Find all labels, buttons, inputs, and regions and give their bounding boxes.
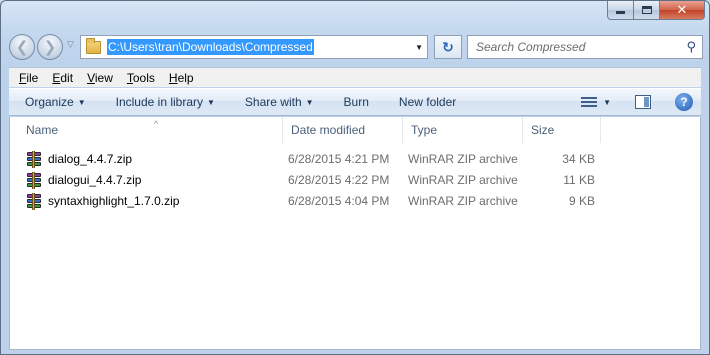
file-name: dialog_4.4.7.zip [48,152,133,166]
folder-icon [86,37,101,54]
burn-button[interactable]: Burn [344,95,369,109]
back-arrow-icon: ❮ [15,39,29,56]
column-header-type[interactable]: Type [403,117,523,143]
winrar-archive-icon [26,171,42,189]
chevron-down-icon: ▼ [305,98,314,107]
file-type: WinRAR ZIP archive [408,173,518,187]
menu-file[interactable]: File [19,71,38,85]
file-row[interactable]: dialog_4.4.7.zip 6/28/2015 4:21 PM WinRA… [10,149,700,170]
file-row[interactable]: dialogui_4.4.7.zip 6/28/2015 4:22 PM Win… [10,170,700,191]
file-type: WinRAR ZIP archive [408,152,518,166]
search-placeholder: Search Compressed [476,40,586,54]
maximize-icon [641,6,652,14]
menu-bar: File Edit View Tools Help [9,67,701,87]
navigation-bar: ❮ ❯ ▽ C:\Users\tran\Downloads\Compressed… [9,33,703,61]
maximize-button[interactable] [634,1,660,20]
menu-help[interactable]: Help [169,71,194,85]
minimize-icon [616,11,625,14]
command-bar: Organize ▼ Include in library ▼ Share with… [9,88,701,116]
file-size: 34 KB [562,152,595,166]
chevron-down-icon: ▼ [77,98,86,107]
file-name: syntaxhighlight_1.7.0.zip [48,194,180,208]
include-in-library-button[interactable]: Include in library ▼ [116,95,215,109]
file-name: dialogui_4.4.7.zip [48,173,142,187]
sort-ascending-icon: ^ [154,119,159,129]
explorer-window: ✕ ❮ ❯ ▽ C:\Users\tran\Downloads\Compress… [0,0,710,355]
help-icon[interactable]: ? [675,93,693,111]
column-header-name[interactable]: Name ^ [18,117,283,143]
command-bar-right: ▼ ? [581,93,693,111]
column-header-size[interactable]: Size [523,117,601,143]
file-size: 9 KB [568,194,595,208]
address-bar[interactable]: C:\Users\tran\Downloads\Compressed ▼ [80,35,428,59]
file-type: WinRAR ZIP archive [408,194,518,208]
recent-pages-icon[interactable]: ▽ [67,39,74,50]
new-folder-button[interactable]: New folder [399,95,456,109]
search-input[interactable]: Search Compressed ⚲ [467,35,703,59]
forward-arrow-icon: ❯ [43,39,57,56]
close-icon: ✕ [676,2,688,17]
organize-button[interactable]: Organize ▼ [25,95,86,109]
minimize-button[interactable] [607,1,634,20]
refresh-button[interactable]: ↻ [434,35,462,59]
address-path[interactable]: C:\Users\tran\Downloads\Compressed [107,39,314,55]
close-button[interactable]: ✕ [660,1,705,20]
caption-buttons: ✕ [607,1,705,20]
share-with-button[interactable]: Share with ▼ [245,95,314,109]
winrar-archive-icon [26,192,42,210]
winrar-archive-icon [26,150,42,168]
preview-pane-icon[interactable] [635,95,651,109]
more-options-chevron-icon[interactable]: ▼ [603,98,611,107]
menu-edit[interactable]: Edit [52,71,73,85]
file-size: 11 KB [563,173,595,187]
menu-view[interactable]: View [87,71,113,85]
file-date: 6/28/2015 4:04 PM [288,194,390,208]
file-date: 6/28/2015 4:21 PM [288,152,390,166]
menu-tools[interactable]: Tools [127,71,155,85]
back-button[interactable]: ❮ [9,34,35,60]
column-header-date-modified[interactable]: Date modified [283,117,403,143]
file-date: 6/28/2015 4:22 PM [288,173,390,187]
refresh-icon: ↻ [442,38,454,55]
change-view-icon[interactable] [581,96,598,108]
search-icon[interactable]: ⚲ [686,39,696,55]
column-headers: Name ^ Date modified Type Size [10,117,700,143]
file-row[interactable]: syntaxhighlight_1.7.0.zip 6/28/2015 4:04… [10,191,700,212]
forward-button[interactable]: ❯ [37,34,63,60]
chevron-down-icon: ▼ [207,98,215,107]
file-list: Name ^ Date modified Type Size dialog_4.… [9,117,701,350]
address-dropdown-icon[interactable]: ▼ [415,43,423,52]
